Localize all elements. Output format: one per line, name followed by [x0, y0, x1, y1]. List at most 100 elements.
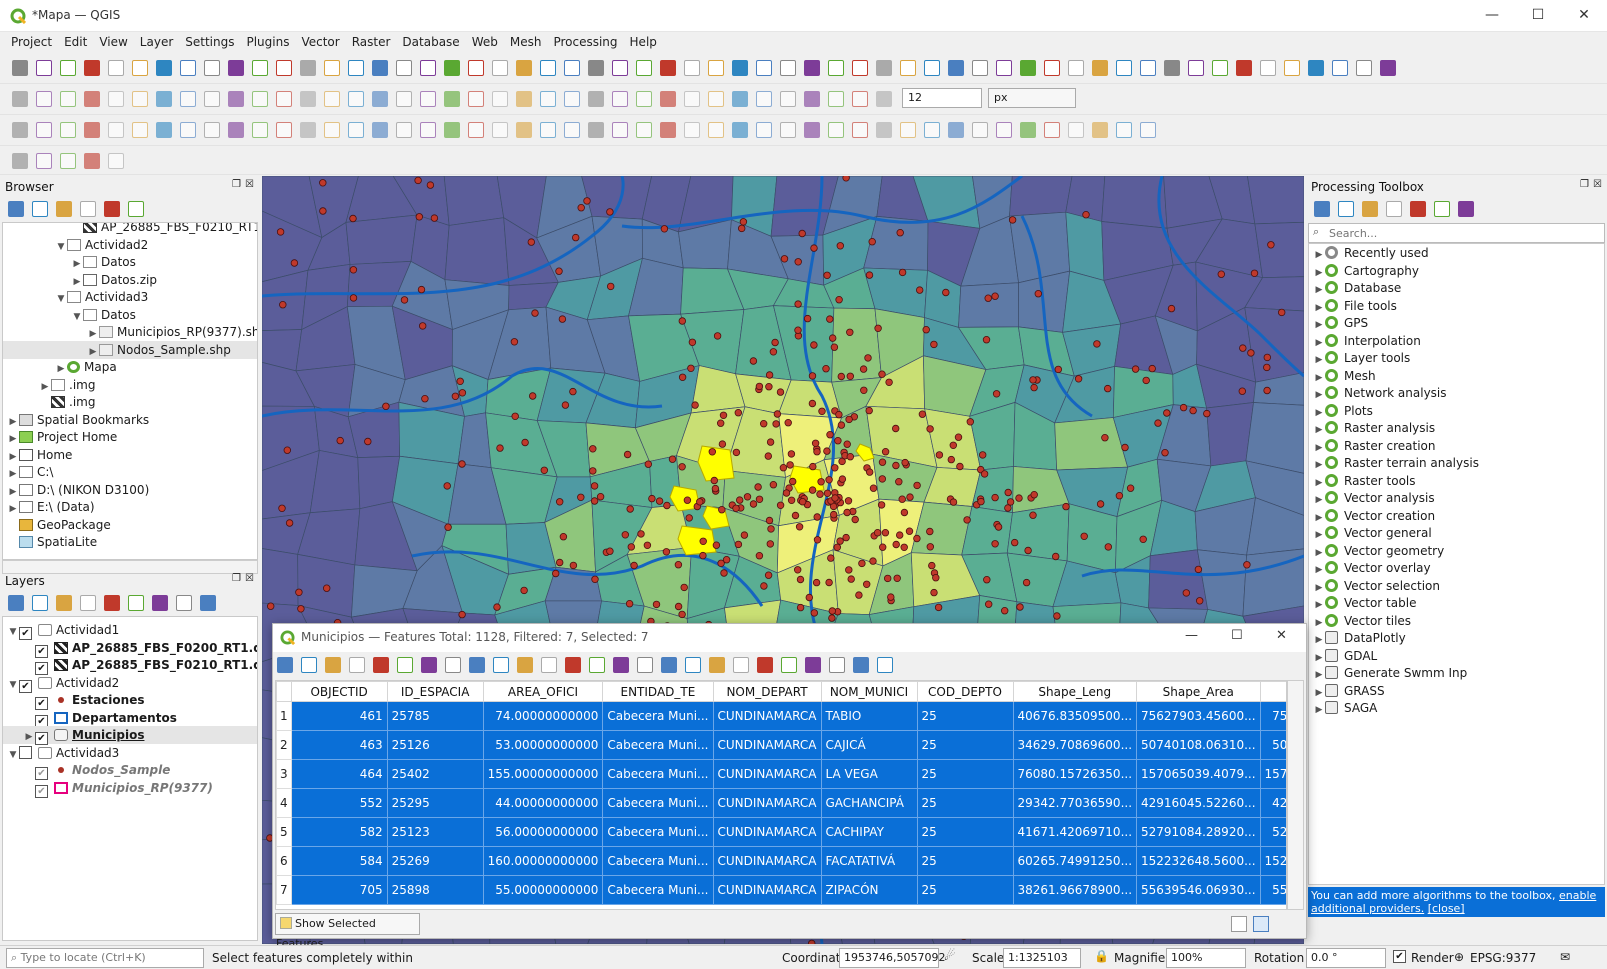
menu-web[interactable]: Web	[466, 32, 504, 53]
locator-input[interactable]: ⌕ Type to locate (Ctrl+K)	[6, 948, 204, 968]
menu-vector[interactable]: Vector	[295, 32, 345, 53]
toolbar-tool-icon[interactable]	[1068, 122, 1084, 138]
toolbar-tool-icon[interactable]	[732, 91, 748, 107]
toolbar-tool-icon[interactable]	[564, 60, 580, 76]
render-checkbox[interactable]: ✔	[1393, 950, 1406, 963]
float-icon[interactable]: ❐	[232, 179, 241, 190]
toolbar-tool-icon[interactable]	[660, 60, 676, 76]
toolbar-tool-icon[interactable]	[948, 60, 964, 76]
toolbar-tool-icon[interactable]	[684, 91, 700, 107]
table-cell[interactable]: 152.23264856000	[1259, 846, 1286, 876]
column-header[interactable]: Shape_Area	[1136, 681, 1261, 702]
toolbar-tool-icon[interactable]	[84, 153, 100, 169]
expand-arrow-icon[interactable]: ▼	[71, 308, 83, 326]
toolbar-tool-icon[interactable]	[156, 91, 172, 107]
table-cell[interactable]: 160.00000000000	[482, 846, 604, 876]
column-header[interactable]: COD_DEPTO	[916, 681, 1014, 702]
table-cell[interactable]: 55639546.06930...	[1136, 875, 1261, 905]
expand-arrow-icon[interactable]: ▼	[7, 676, 19, 694]
browser-item[interactable]: ▶ Datos	[71, 253, 136, 271]
browser-item[interactable]: ▶ Municipios_RP(9377).sh	[87, 323, 257, 341]
layer-visibility-checkbox[interactable]: ✔	[35, 784, 48, 798]
toolbar-tool-icon[interactable]	[1116, 122, 1132, 138]
toolbar-tool-icon[interactable]	[900, 60, 916, 76]
minimize-button[interactable]: —	[1185, 628, 1198, 643]
layer-item[interactable]: ✔AP_26885_FBS_F0200_RT1.dem	[23, 639, 257, 658]
table-cell[interactable]: 25126	[386, 730, 484, 760]
processing-provider-item[interactable]: ▶ Cartography	[1313, 262, 1419, 280]
browser-item[interactable]: AP_26885_FBS_F0210_RT1.	[71, 223, 257, 236]
column-header[interactable]: AREA_OFICI	[482, 681, 604, 702]
panel-tool-icon[interactable]	[493, 657, 509, 673]
processing-provider-item[interactable]: ▶ Vector geometry	[1313, 542, 1444, 560]
toolbar-tool-icon[interactable]	[180, 122, 196, 138]
toolbar-tool-icon[interactable]	[996, 60, 1012, 76]
scale-field[interactable]: 1:1325103	[1003, 948, 1081, 968]
toolbar-tool-icon[interactable]	[348, 60, 364, 76]
toolbar-tool-icon[interactable]	[852, 91, 868, 107]
toolbar-tool-icon[interactable]	[1212, 60, 1228, 76]
close-panel-icon[interactable]: ☒	[245, 573, 254, 584]
table-cell[interactable]: 34629.70869600...	[1012, 730, 1138, 760]
table-cell[interactable]: 582	[290, 817, 388, 847]
row-number[interactable]: 2	[276, 730, 292, 760]
close-panel-icon[interactable]: ☒	[1593, 179, 1602, 190]
toolbar-tool-icon[interactable]	[1236, 60, 1252, 76]
table-cell[interactable]: Cabecera Muni...	[602, 788, 714, 818]
processing-provider-item[interactable]: ▶ GRASS	[1313, 682, 1385, 700]
table-cell[interactable]: 25	[916, 759, 1014, 789]
table-cell[interactable]: 705	[290, 875, 388, 905]
toolbar-tool-icon[interactable]	[804, 91, 820, 107]
expand-arrow-icon[interactable]: ▶	[1313, 701, 1325, 719]
menu-mesh[interactable]: Mesh	[504, 32, 548, 53]
processing-provider-item[interactable]: ▶ Raster terrain analysis	[1313, 454, 1479, 472]
table-row[interactable]: 2 463 25126 53.00000000000 Cabecera Muni... C…	[276, 730, 1286, 760]
toolbar-tool-icon[interactable]	[756, 122, 772, 138]
rotation-field[interactable]: 0.0 °	[1306, 948, 1386, 968]
toolbar-tool-icon[interactable]	[1380, 60, 1396, 76]
table-cell[interactable]: 155.00000000000	[482, 759, 604, 789]
browser-item[interactable]: ▼ Actividad2	[55, 236, 149, 254]
processing-provider-item[interactable]: ▶ Interpolation	[1313, 332, 1421, 350]
panel-tool-icon[interactable]	[373, 657, 389, 673]
processing-provider-item[interactable]: ▶ Vector analysis	[1313, 489, 1435, 507]
toolbar-tool-icon[interactable]	[372, 122, 388, 138]
panel-tool-icon[interactable]	[1338, 201, 1354, 217]
panel-tool-icon[interactable]	[469, 657, 485, 673]
toolbar-tool-icon[interactable]	[132, 60, 148, 76]
browser-item[interactable]: ▶ D:\ (NIKON D3100)	[7, 481, 150, 499]
toolbar-tool-icon[interactable]	[1332, 60, 1348, 76]
toolbar-tool-icon[interactable]	[348, 122, 364, 138]
table-cell[interactable]: CUNDINAMARCA	[712, 875, 822, 905]
panel-tool-icon[interactable]	[1458, 201, 1474, 217]
menu-help[interactable]: Help	[624, 32, 663, 53]
toolbar-tool-icon[interactable]	[300, 91, 316, 107]
table-cell[interactable]: Cabecera Muni...	[602, 701, 714, 731]
toolbar-tool-icon[interactable]	[1116, 60, 1132, 76]
toolbar-tool-icon[interactable]	[60, 122, 76, 138]
toolbar-tool-icon[interactable]	[492, 91, 508, 107]
table-cell[interactable]: 76080.15726350...	[1012, 759, 1138, 789]
toolbar-tool-icon[interactable]	[276, 122, 292, 138]
panel-tool-icon[interactable]	[805, 657, 821, 673]
toolbar-tool-icon[interactable]	[84, 60, 100, 76]
minimize-button[interactable]: —	[1469, 0, 1515, 32]
table-cell[interactable]: 461	[290, 701, 388, 731]
table-view-icon[interactable]	[1253, 916, 1269, 932]
toolbar-tool-icon[interactable]	[756, 91, 772, 107]
column-header[interactable]: OBJECTID	[290, 681, 388, 702]
toolbar-tool-icon[interactable]	[516, 122, 532, 138]
table-cell[interactable]: 42.91604552260	[1259, 788, 1286, 818]
panel-tool-icon[interactable]	[541, 657, 557, 673]
toolbar-tool-icon[interactable]	[228, 60, 244, 76]
browser-item[interactable]: ▼ Datos	[71, 306, 136, 324]
layer-item[interactable]: ▼ ✔ Actividad1	[7, 621, 119, 640]
toolbar-tool-icon[interactable]	[60, 60, 76, 76]
toolbar-tool-icon[interactable]	[132, 91, 148, 107]
toolbar-tool-icon[interactable]	[324, 122, 340, 138]
table-cell[interactable]: CUNDINAMARCA	[712, 817, 822, 847]
show-selected-features-button[interactable]: Show Selected Features	[275, 913, 420, 950]
toolbar-tool-icon[interactable]	[708, 122, 724, 138]
table-cell[interactable]: 74.00000000000	[482, 701, 604, 731]
browser-item[interactable]: ▶ Spatial Bookmarks	[7, 411, 150, 429]
